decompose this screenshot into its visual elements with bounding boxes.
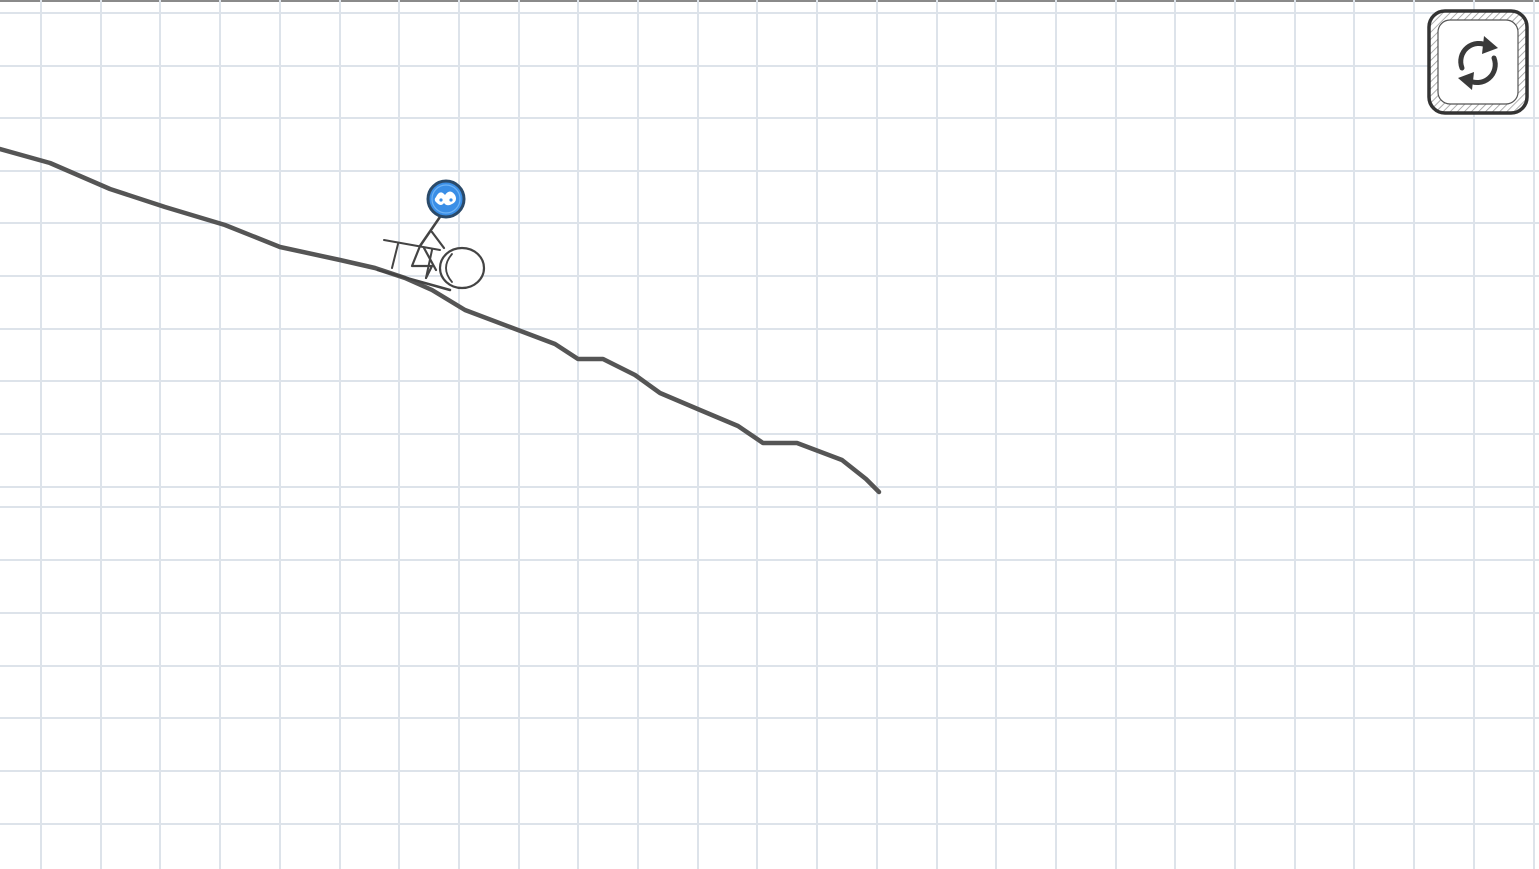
rider-on-sled [376,179,486,292]
sled-strut-back [391,243,399,269]
restart-button[interactable] [1426,8,1530,116]
sled-seat [383,239,441,251]
game-canvas[interactable] [0,0,1539,869]
sled-runner [376,268,452,292]
rider-arm [430,230,446,250]
graph-paper-grid [0,0,1539,869]
